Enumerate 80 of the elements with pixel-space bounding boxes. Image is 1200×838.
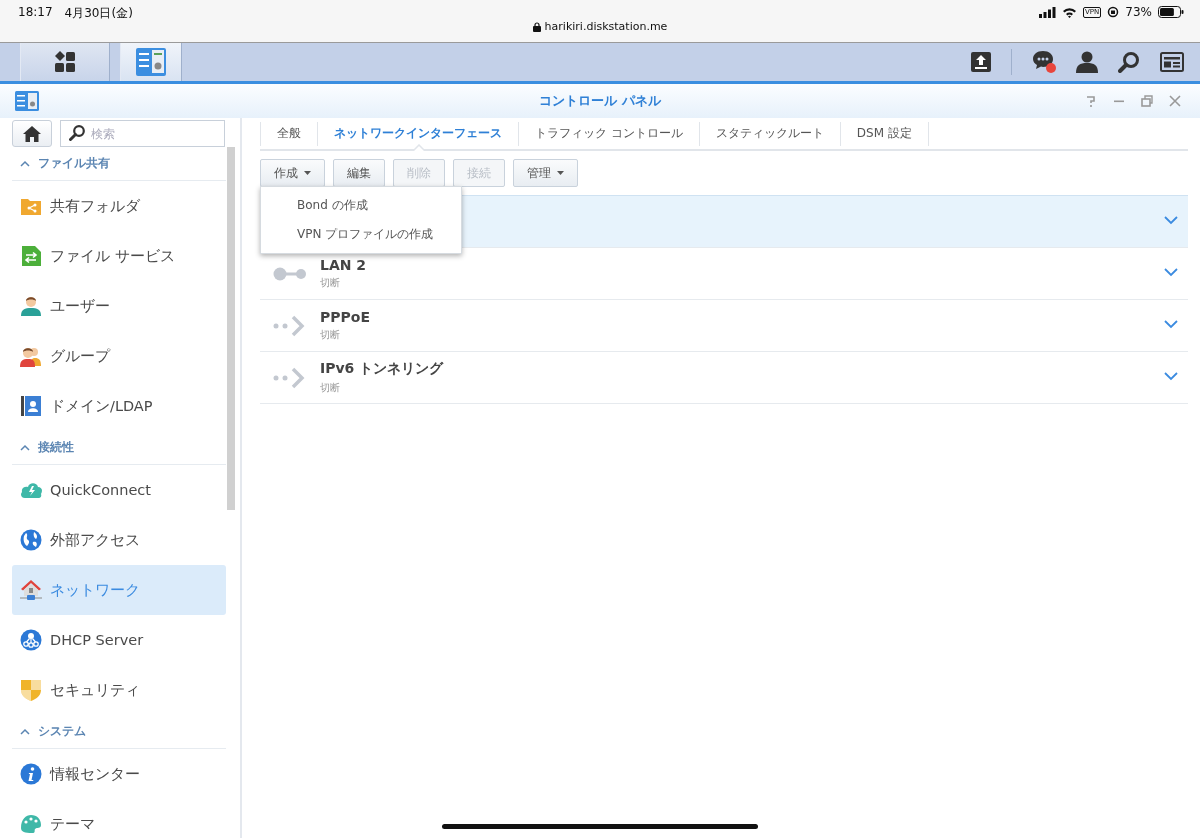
- globe-icon: [20, 529, 42, 551]
- sidebar-item[interactable]: テーマ: [12, 799, 226, 838]
- toolbar-button[interactable]: 作成: [260, 159, 325, 187]
- search-field[interactable]: 検索: [60, 120, 225, 147]
- chevron-icon[interactable]: [1164, 372, 1178, 381]
- sidebar-item[interactable]: セキュリティ: [12, 665, 226, 715]
- interface-name: IPv6 トンネリング: [320, 360, 444, 378]
- rotation-lock-icon: [1107, 6, 1120, 18]
- search-icon: [69, 125, 85, 141]
- sidebar-item[interactable]: DHCP Server: [12, 615, 226, 665]
- chevron-icon: [20, 160, 30, 167]
- house-icon: [20, 579, 42, 601]
- interface-status: 切断: [320, 381, 341, 395]
- toolbar-button[interactable]: 編集: [333, 159, 385, 187]
- file-icon: [20, 245, 42, 267]
- chat-icon[interactable]: [1032, 50, 1056, 74]
- arrow-icon: [273, 365, 307, 390]
- interface-row[interactable]: IPv6 トンネリング 切断: [260, 352, 1188, 404]
- close-icon[interactable]: [1168, 94, 1182, 108]
- scrollbar[interactable]: [227, 147, 235, 510]
- home-icon: [23, 125, 41, 142]
- section-header[interactable]: 接続性: [12, 431, 226, 465]
- chevron-icon[interactable]: [1164, 268, 1178, 277]
- chevron-icon: [20, 444, 30, 451]
- control-panel-icon: [135, 47, 167, 77]
- chevron-icon[interactable]: [1164, 216, 1178, 225]
- tab[interactable]: スタティックルート: [699, 121, 841, 146]
- sidebar-item[interactable]: ユーザー: [12, 281, 226, 331]
- wifi-icon: [1062, 6, 1078, 18]
- grid-icon: [54, 51, 76, 73]
- interface-name: LAN 2: [320, 257, 367, 273]
- palette-icon: [20, 813, 42, 835]
- user-icon: [20, 295, 42, 317]
- window-title: コントロール パネル: [539, 93, 661, 108]
- caret-icon: [557, 171, 564, 175]
- sidebar-item[interactable]: QuickConnect: [12, 465, 226, 515]
- lock-icon: [532, 21, 541, 32]
- info-icon: [20, 763, 42, 785]
- menu-item[interactable]: VPN プロファイルの作成: [261, 220, 461, 249]
- chevron-icon: [20, 728, 30, 735]
- menu-item[interactable]: Bond の作成: [261, 191, 461, 220]
- section-header[interactable]: ファイル共有: [12, 147, 226, 181]
- upload-icon[interactable]: [971, 52, 991, 72]
- sidebar-item[interactable]: 外部アクセス: [12, 515, 226, 565]
- app-icon: [15, 91, 39, 111]
- tab[interactable]: DSM 設定: [840, 121, 929, 146]
- restore-icon[interactable]: [1140, 94, 1154, 108]
- interface-status: 切断: [320, 328, 341, 342]
- network-icon: [20, 629, 42, 651]
- connector-icon: [273, 266, 307, 281]
- chevron-icon[interactable]: [1164, 320, 1178, 329]
- sidebar-item[interactable]: ドメイン/LDAP: [12, 381, 226, 431]
- interface-status: 切断: [320, 276, 341, 290]
- page-url: harikiri.diskstation.me: [544, 20, 668, 33]
- signal-icon: [1039, 6, 1057, 18]
- section-header[interactable]: システム: [12, 715, 226, 749]
- id-card-icon[interactable]: [1160, 52, 1184, 72]
- sidebar-item[interactable]: ファイル サービス: [12, 231, 226, 281]
- interface-name: PPPoE: [320, 309, 370, 325]
- help-icon[interactable]: [1084, 94, 1098, 108]
- sidebar-item[interactable]: 情報センター: [12, 749, 226, 799]
- sidebar-item[interactable]: 共有フォルダ: [12, 181, 226, 231]
- search-icon[interactable]: [1118, 51, 1140, 73]
- caret-icon: [304, 171, 311, 175]
- tab[interactable]: トラフィック コントロール: [519, 121, 700, 146]
- battery-percent: 73%: [1125, 5, 1152, 19]
- contact-icon: [20, 395, 42, 417]
- interface-row[interactable]: PPPoE 切断: [260, 300, 1188, 352]
- sidebar-item[interactable]: グループ: [12, 331, 226, 381]
- status-time: 18:17: [18, 5, 53, 21]
- home-button[interactable]: [12, 120, 52, 147]
- status-date: 4月30日(金): [64, 5, 133, 22]
- shield-icon: [20, 679, 42, 701]
- users-icon: [20, 345, 42, 367]
- user-icon[interactable]: [1076, 51, 1098, 73]
- toolbar-button[interactable]: 管理: [513, 159, 578, 187]
- taskbar-button[interactable]: [20, 43, 110, 81]
- tab[interactable]: 全般: [260, 121, 318, 146]
- battery-icon: [1158, 6, 1184, 18]
- arrow-icon: [273, 313, 307, 338]
